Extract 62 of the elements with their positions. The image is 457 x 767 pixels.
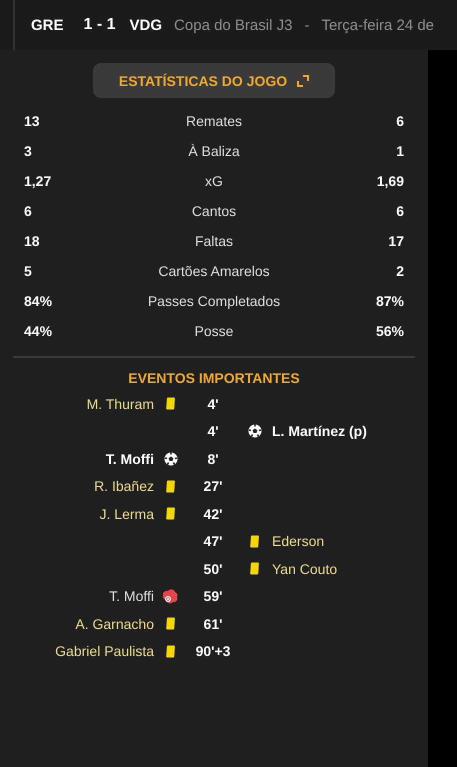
home-stat-value: 13 [24, 113, 41, 129]
event-minute: 42' [202, 506, 224, 522]
away-stat-value: 1,69 [376, 173, 404, 189]
away-stat-value: 1 [395, 143, 404, 159]
home-stat-value: 5 [24, 263, 33, 279]
home-stat-value: 6 [24, 203, 33, 219]
match-stats-button[interactable]: ESTATÍSTICAS DO JOGO [93, 63, 335, 98]
player-name: T. Moffi [108, 588, 154, 604]
event-minute: 59' [202, 588, 224, 604]
player-name: R. Ibañez [93, 478, 154, 494]
stat-label: Remates [184, 113, 244, 129]
home-stat-value: 44% [24, 323, 54, 339]
event-minute: 90'+3 [194, 643, 232, 660]
stat-label: xG [204, 173, 224, 189]
home-stat-value: 1,27 [24, 173, 52, 189]
away-stat-value: 17 [387, 233, 404, 249]
separator: - [304, 16, 310, 34]
event-minute: 4' [206, 396, 220, 412]
away-stat-value: 87% [374, 293, 404, 309]
player-name: T. Moffi [104, 450, 154, 467]
home-team: GRE [31, 16, 64, 34]
player-name: M. Thuram [86, 396, 154, 412]
away-team: VDG [130, 16, 162, 34]
stat-label: Cantos [190, 203, 238, 219]
player-name: Yan Couto [272, 560, 338, 577]
events-title: EVENTOS IMPORTANTES [128, 370, 300, 386]
event-minute: 8' [206, 450, 220, 467]
home-stat-value: 18 [24, 233, 41, 249]
home-stat-value: 3 [24, 143, 33, 159]
booking-card-icon [166, 507, 176, 520]
stat-label: À Baliza [187, 143, 241, 159]
player-name: Gabriel Paulista [54, 643, 154, 660]
event-minute: 50' [202, 560, 224, 577]
booking-card-icon [166, 617, 176, 630]
player-name: L. Martínez (p) [272, 423, 368, 440]
player-name: A. Garnacho [74, 616, 154, 632]
booking-card-icon [166, 397, 176, 410]
ball-icon [248, 424, 262, 438]
match-score: 1 - 1 [84, 16, 116, 34]
booking-card-icon [166, 644, 176, 658]
booking-card-icon [250, 534, 260, 548]
player-name: Ederson [272, 533, 326, 550]
home-stat-value: 84% [24, 293, 54, 309]
external-link-icon [297, 74, 310, 86]
booking-card-icon [166, 480, 176, 493]
away-stat-value: 6 [395, 203, 404, 219]
stat-label: Posse [194, 323, 234, 339]
stat-label: Cartões Amarelos [157, 263, 271, 279]
event-minute: 27' [202, 478, 224, 494]
stat-label: Faltas [194, 233, 234, 249]
competition: Copa do Brasil J3 [174, 16, 292, 34]
booking-card-icon [250, 562, 260, 576]
event-minute: 61' [202, 616, 224, 632]
stat-label: Passes Completados [146, 293, 282, 309]
away-stat-value: 2 [395, 263, 404, 279]
event-minute: 4' [206, 423, 220, 440]
away-stat-value: 56% [374, 323, 404, 339]
match-date: Terça-feira 24 de [321, 16, 434, 34]
event-minute: 47' [202, 533, 224, 550]
ball-icon [164, 452, 178, 466]
away-stat-value: 6 [395, 113, 404, 129]
player-name: J. Lerma [98, 506, 154, 522]
